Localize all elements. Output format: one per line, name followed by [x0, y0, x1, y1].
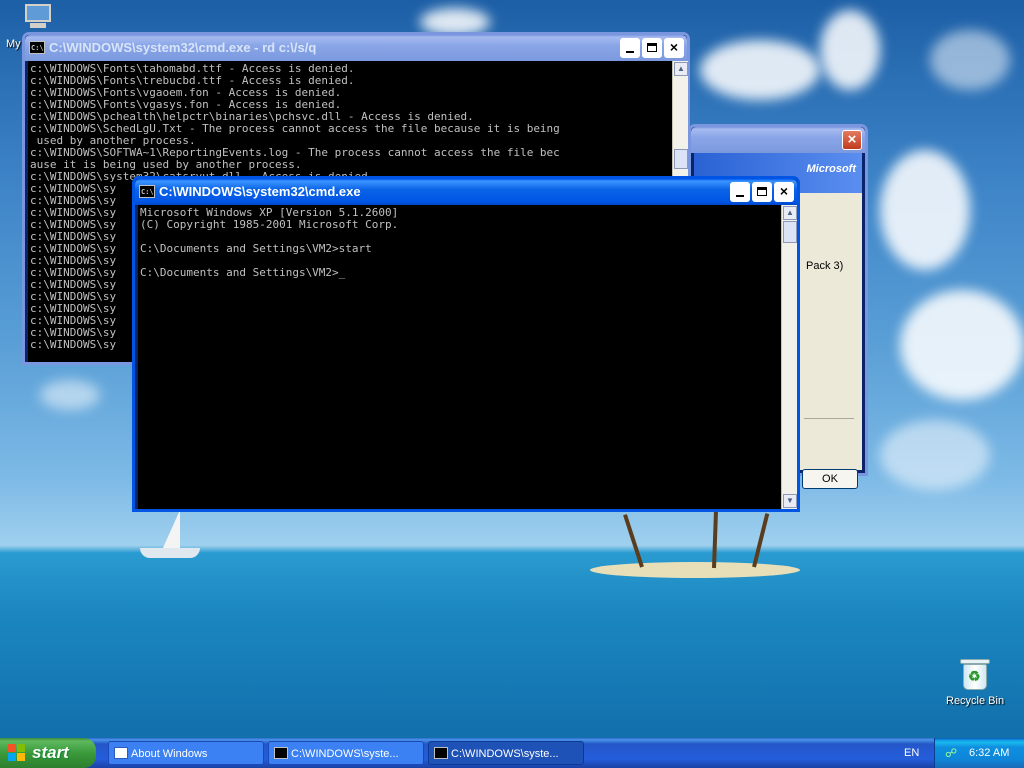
network-icon[interactable]: ☍ [945, 746, 959, 760]
palm-tree [752, 513, 770, 568]
taskbar-button-about-windows[interactable]: About Windows [108, 741, 264, 765]
hull [140, 548, 200, 558]
task-label: C:\WINDOWS\syste... [451, 748, 559, 760]
cmd-titlebar[interactable]: C:\ C:\WINDOWS\system32\cmd.exe [135, 179, 797, 205]
scroll-thumb[interactable] [783, 221, 797, 243]
start-label: start [32, 743, 69, 762]
desktop-icon-label: Recycle Bin [946, 695, 1005, 707]
console-line: C:\Documents and Settings\VM2>_ [140, 266, 346, 279]
window-title: C:\WINDOWS\system32\cmd.exe - rd c:\/s/q [49, 40, 317, 55]
cloud [880, 150, 970, 270]
language-indicator[interactable]: EN [904, 738, 919, 768]
about-titlebar[interactable] [691, 127, 865, 153]
divider [804, 418, 854, 419]
cmd-rd-titlebar[interactable]: C:\ C:\WINDOWS\system32\cmd.exe - rd c:\… [25, 35, 687, 61]
cmd-icon: C:\ [139, 185, 155, 198]
microsoft-logo: Microsoft [806, 163, 857, 175]
minimize-button[interactable] [620, 38, 640, 58]
cloud [700, 40, 820, 100]
palm-tree [623, 514, 644, 568]
minimize-button[interactable] [730, 182, 750, 202]
about-version-text: Pack 3) [806, 260, 844, 272]
close-button[interactable]: × [774, 182, 794, 202]
start-button[interactable]: start [0, 738, 96, 768]
about-close-button[interactable]: × [842, 130, 862, 150]
cloud [40, 380, 100, 410]
console-output[interactable]: Microsoft Windows XP [Version 5.1.2600](… [138, 205, 781, 509]
island [590, 562, 800, 578]
palm-tree [712, 509, 719, 569]
flag-blue [8, 753, 16, 761]
windows-logo-icon [8, 744, 26, 762]
maximize-button[interactable] [752, 182, 772, 202]
cmd-icon: C:\ [29, 41, 45, 54]
task-label: About Windows [131, 748, 208, 760]
flag-red [8, 744, 16, 752]
computer-icon [22, 4, 54, 32]
console-line: C:\Documents and Settings\VM2>start [140, 242, 372, 255]
window-title: C:\WINDOWS\system32\cmd.exe [159, 184, 361, 199]
bin-lid [960, 659, 990, 664]
taskbar-button-cmd-1[interactable]: C:\WINDOWS\syste... [268, 741, 424, 765]
scroll-up-arrow-icon[interactable]: ▲ [783, 206, 797, 220]
cmd-icon [434, 747, 448, 759]
ok-button[interactable]: OK [802, 469, 858, 489]
cloud [880, 420, 990, 490]
system-tray: ☍ 6:32 AM [934, 738, 1024, 768]
flag-yellow [17, 753, 25, 761]
flag-green [17, 744, 25, 752]
cloud [820, 10, 880, 90]
taskbar-button-cmd-2[interactable]: C:\WINDOWS\syste... [428, 741, 584, 765]
recycle-bin-icon: ♻ [960, 658, 990, 690]
sail [162, 510, 180, 550]
window-icon [114, 747, 128, 759]
console-line: (C) Copyright 1985-2001 Microsoft Corp. [140, 218, 399, 231]
recycle-arrows-icon: ♻ [968, 668, 981, 684]
computer-base [30, 23, 46, 28]
scroll-thumb[interactable] [674, 149, 688, 169]
task-label: C:\WINDOWS\syste... [291, 748, 399, 760]
computer-screen [25, 4, 51, 22]
close-button[interactable]: × [664, 38, 684, 58]
cmd-icon [274, 747, 288, 759]
scroll-down-arrow-icon[interactable]: ▼ [783, 494, 797, 508]
maximize-button[interactable] [642, 38, 662, 58]
cloud [930, 30, 1010, 90]
cmd-window[interactable]: C:\ C:\WINDOWS\system32\cmd.exe × Micros… [132, 176, 800, 512]
clock[interactable]: 6:32 AM [969, 738, 1009, 768]
taskbar: start About Windows C:\WINDOWS\syste... … [0, 738, 1024, 768]
vertical-scrollbar[interactable]: ▲ ▼ [781, 205, 797, 509]
cloud [900, 290, 1024, 400]
sailboat [140, 510, 204, 558]
desktop-icon-label: My [6, 38, 21, 50]
scroll-up-arrow-icon[interactable]: ▲ [674, 62, 688, 76]
